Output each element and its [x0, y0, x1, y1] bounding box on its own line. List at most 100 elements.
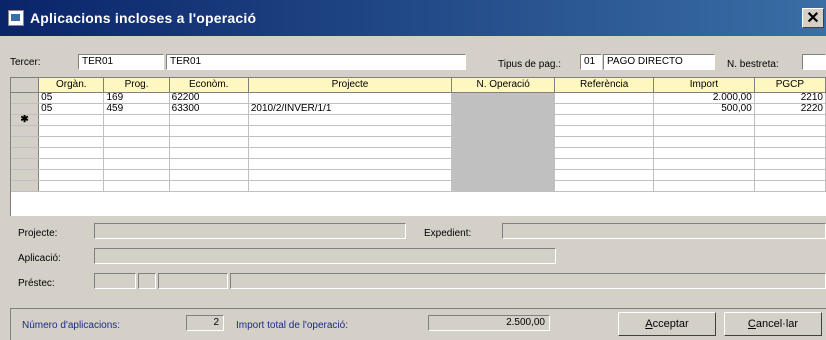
- table-row[interactable]: [11, 158, 826, 170]
- table-row[interactable]: [11, 147, 826, 159]
- table-cell[interactable]: [38, 180, 105, 192]
- table-cell[interactable]: [451, 136, 556, 148]
- table-cell[interactable]: [248, 114, 453, 126]
- table-cell[interactable]: [554, 158, 655, 170]
- row-selector[interactable]: ✱: [11, 114, 40, 126]
- tipus-pag-code-field[interactable]: 01: [580, 54, 602, 70]
- row-selector[interactable]: [11, 147, 40, 159]
- prestec-field-3[interactable]: [158, 273, 228, 289]
- row-selector[interactable]: [11, 125, 40, 137]
- table-cell[interactable]: 2.000,00: [653, 92, 755, 104]
- table-cell[interactable]: [653, 158, 755, 170]
- table-cell[interactable]: [754, 180, 826, 192]
- column-header[interactable]: Orgàn.: [38, 78, 105, 93]
- column-header[interactable]: Econòm.: [169, 78, 249, 93]
- table-row[interactable]: [11, 169, 826, 181]
- projecte-field[interactable]: [94, 223, 406, 239]
- table-cell[interactable]: [169, 169, 249, 181]
- close-button[interactable]: ✕: [802, 8, 824, 28]
- table-row[interactable]: [11, 180, 826, 192]
- table-cell[interactable]: 62200: [169, 92, 249, 104]
- table-row[interactable]: 05 169 62200 2.000,00 2210: [11, 92, 826, 104]
- table-cell[interactable]: [754, 136, 826, 148]
- row-selector[interactable]: [11, 92, 40, 104]
- table-cell[interactable]: [451, 147, 556, 159]
- table-cell[interactable]: [38, 114, 105, 126]
- table-cell[interactable]: [169, 114, 249, 126]
- table-cell[interactable]: [754, 114, 826, 126]
- table-row[interactable]: [11, 125, 826, 137]
- table-cell[interactable]: [451, 103, 556, 115]
- table-cell[interactable]: [554, 103, 655, 115]
- table-cell[interactable]: [451, 180, 556, 192]
- table-cell[interactable]: [754, 147, 826, 159]
- column-header[interactable]: Import: [653, 78, 755, 93]
- table-cell[interactable]: [38, 169, 105, 181]
- table-cell[interactable]: [169, 158, 249, 170]
- table-cell[interactable]: [248, 169, 453, 181]
- table-cell[interactable]: [554, 180, 655, 192]
- cancel-button[interactable]: Cancel·lar: [724, 312, 822, 336]
- table-cell[interactable]: [103, 114, 170, 126]
- table-cell[interactable]: [38, 125, 105, 137]
- column-header[interactable]: PGCP: [754, 78, 826, 93]
- table-cell[interactable]: [169, 136, 249, 148]
- table-cell[interactable]: 2220: [754, 103, 826, 115]
- table-cell[interactable]: 169: [103, 92, 170, 104]
- table-cell[interactable]: [554, 125, 655, 137]
- row-selector[interactable]: [11, 136, 40, 148]
- table-cell[interactable]: [754, 169, 826, 181]
- table-cell[interactable]: [248, 136, 453, 148]
- table-cell[interactable]: [653, 180, 755, 192]
- table-cell[interactable]: [653, 136, 755, 148]
- table-cell[interactable]: [103, 180, 170, 192]
- table-cell[interactable]: [38, 147, 105, 159]
- table-cell[interactable]: [248, 125, 453, 137]
- table-cell[interactable]: 459: [103, 103, 170, 115]
- n-bestreta-field[interactable]: [802, 54, 826, 70]
- table-cell[interactable]: [451, 158, 556, 170]
- prestec-field-4[interactable]: [230, 273, 826, 289]
- table-cell[interactable]: [451, 114, 556, 126]
- table-cell[interactable]: [451, 92, 556, 104]
- table-cell[interactable]: [554, 114, 655, 126]
- row-selector[interactable]: [11, 158, 40, 170]
- table-cell[interactable]: [248, 147, 453, 159]
- table-cell[interactable]: [754, 158, 826, 170]
- table-cell[interactable]: 2210: [754, 92, 826, 104]
- table-cell[interactable]: [653, 169, 755, 181]
- table-cell[interactable]: [554, 136, 655, 148]
- table-cell[interactable]: [451, 169, 556, 181]
- table-cell[interactable]: [248, 92, 453, 104]
- table-cell[interactable]: [653, 125, 755, 137]
- aplicacio-field[interactable]: [94, 248, 556, 264]
- table-cell[interactable]: [169, 180, 249, 192]
- table-cell[interactable]: [248, 158, 453, 170]
- table-cell[interactable]: [103, 147, 170, 159]
- table-row[interactable]: 05 459 63300 2010/2/INVER/1/1 500,00 2220: [11, 103, 826, 115]
- table-cell[interactable]: [248, 180, 453, 192]
- table-cell[interactable]: [554, 92, 655, 104]
- table-cell[interactable]: 05: [38, 103, 105, 115]
- table-cell[interactable]: 05: [38, 92, 105, 104]
- table-cell[interactable]: [451, 125, 556, 137]
- row-selector[interactable]: [11, 103, 40, 115]
- table-cell[interactable]: [103, 169, 170, 181]
- table-cell[interactable]: [169, 125, 249, 137]
- table-cell[interactable]: [754, 125, 826, 137]
- row-selector-header[interactable]: [11, 78, 40, 93]
- table-cell[interactable]: [103, 136, 170, 148]
- table-cell[interactable]: [169, 147, 249, 159]
- prestec-field-2[interactable]: [138, 273, 156, 289]
- tipus-pag-name-field[interactable]: PAGO DIRECTO: [603, 54, 715, 70]
- table-cell[interactable]: [103, 125, 170, 137]
- table-cell[interactable]: 500,00: [653, 103, 755, 115]
- column-header[interactable]: N. Operació: [451, 78, 556, 93]
- table-row[interactable]: ✱: [11, 114, 826, 126]
- column-header[interactable]: Prog.: [103, 78, 170, 93]
- applications-grid[interactable]: Orgàn. Prog. Econòm. Projecte N. Operaci…: [10, 77, 826, 216]
- table-cell[interactable]: 2010/2/INVER/1/1: [248, 103, 453, 115]
- expedient-field[interactable]: [502, 223, 826, 239]
- table-cell[interactable]: [38, 158, 105, 170]
- tercer-name-field[interactable]: TER01: [166, 54, 466, 70]
